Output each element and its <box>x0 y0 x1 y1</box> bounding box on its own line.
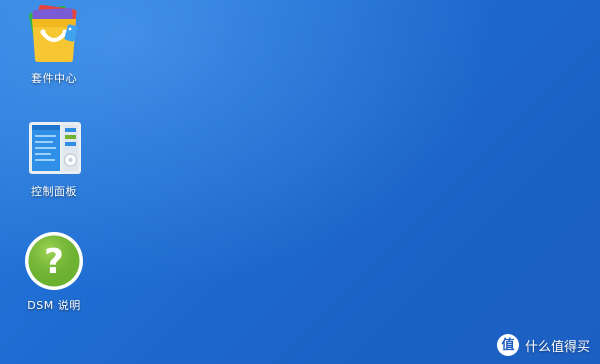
desktop-icon-control-panel[interactable]: 控制面板 <box>14 120 94 199</box>
watermark: 值 什么值得买 <box>496 334 590 356</box>
desktop-icon-label: 控制面板 <box>31 185 77 198</box>
watermark-logo-icon: 值 <box>496 334 519 356</box>
watermark-text: 什么值得买 <box>524 339 590 355</box>
desktop-background: 套件中心 控制面板 ? DSM 说明 值 什么值得买 <box>0 0 600 364</box>
svg-text:?: ? <box>44 242 64 282</box>
desktop-icon-label: DSM 说明 <box>27 299 81 312</box>
package-center-icon <box>23 3 85 65</box>
control-panel-icon <box>23 120 85 178</box>
desktop-icon-package-center[interactable]: 套件中心 <box>14 3 94 86</box>
desktop-icon-dsm-help[interactable]: ? DSM 说明 <box>14 230 94 313</box>
dsm-help-icon: ? <box>23 230 85 292</box>
desktop-icon-label: 套件中心 <box>31 72 77 85</box>
